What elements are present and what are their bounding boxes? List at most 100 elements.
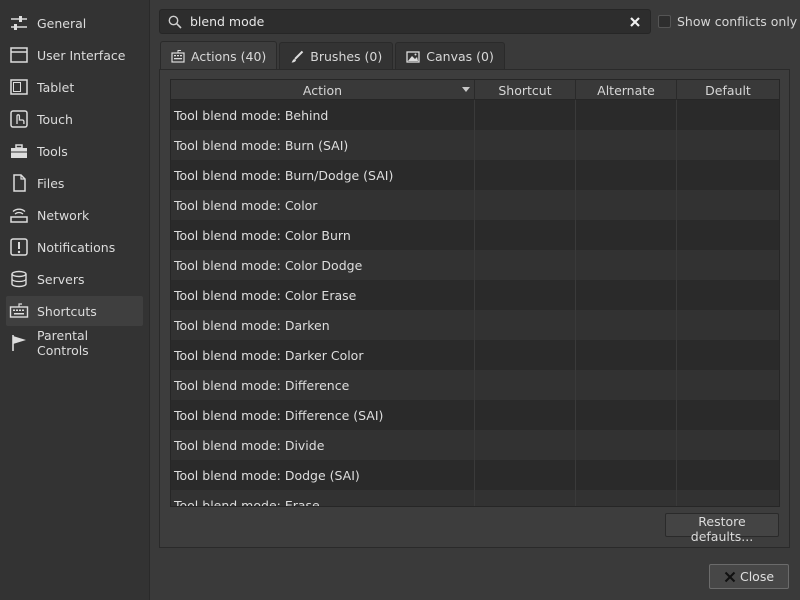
shortcut-cell[interactable]	[475, 310, 576, 340]
shortcut-cell[interactable]	[475, 190, 576, 220]
sidebar-item-tablet[interactable]: Tablet	[6, 72, 143, 102]
sidebar-item-user-interface[interactable]: User Interface	[6, 40, 143, 70]
table-row[interactable]: Tool blend mode: Darker Color	[171, 340, 779, 370]
shortcut-cell[interactable]	[475, 100, 576, 130]
shortcut-cell[interactable]	[475, 370, 576, 400]
table-row[interactable]: Tool blend mode: Behind	[171, 100, 779, 130]
table-row[interactable]: Tool blend mode: Color Erase	[171, 280, 779, 310]
shortcut-cell[interactable]	[475, 430, 576, 460]
alternate-cell[interactable]	[576, 460, 677, 490]
default-cell[interactable]	[677, 160, 779, 190]
table-row[interactable]: Tool blend mode: Darken	[171, 310, 779, 340]
sidebar-item-network[interactable]: Network	[6, 200, 143, 230]
default-cell[interactable]	[677, 130, 779, 160]
alternate-cell[interactable]	[576, 490, 677, 506]
tab-actions[interactable]: Actions (40)	[160, 41, 278, 70]
shortcut-cell[interactable]	[475, 490, 576, 506]
default-cell[interactable]	[677, 250, 779, 280]
sidebar-item-notifications[interactable]: Notifications	[6, 232, 143, 262]
column-header-alternate[interactable]: Alternate	[576, 80, 677, 100]
default-cell[interactable]	[677, 430, 779, 460]
action-cell: Tool blend mode: Divide	[171, 430, 475, 460]
action-cell: Tool blend mode: Color	[171, 190, 475, 220]
clear-search-icon[interactable]	[629, 16, 641, 28]
action-cell: Tool blend mode: Difference	[171, 370, 475, 400]
search-input[interactable]	[190, 14, 629, 29]
shortcut-cell[interactable]	[475, 160, 576, 190]
alternate-cell[interactable]	[576, 430, 677, 460]
show-conflicts-toggle[interactable]: Show conflicts only	[658, 13, 797, 29]
close-button[interactable]: Close	[709, 564, 789, 589]
sidebar-item-files[interactable]: Files	[6, 168, 143, 198]
table-row[interactable]: Tool blend mode: Erase	[171, 490, 779, 506]
table-row[interactable]: Tool blend mode: Burn (SAI)	[171, 130, 779, 160]
default-cell[interactable]	[677, 400, 779, 430]
table-row[interactable]: Tool blend mode: Color	[171, 190, 779, 220]
sidebar-item-shortcuts[interactable]: Shortcuts	[6, 296, 143, 326]
notification-icon	[9, 237, 29, 257]
keyboard-icon	[9, 301, 29, 321]
table-row[interactable]: Tool blend mode: Difference	[171, 370, 779, 400]
shortcut-tabs: Actions (40) Brushes (0) Canvas (0)	[160, 41, 507, 70]
sort-descending-icon	[462, 87, 470, 92]
settings-sidebar: General User Interface Tablet Touch Tool…	[0, 0, 150, 600]
alternate-cell[interactable]	[576, 340, 677, 370]
shortcut-cell[interactable]	[475, 340, 576, 370]
tab-brushes[interactable]: Brushes (0)	[279, 42, 394, 70]
alternate-cell[interactable]	[576, 280, 677, 310]
shortcut-cell[interactable]	[475, 220, 576, 250]
column-header-default[interactable]: Default	[677, 80, 779, 100]
default-cell[interactable]	[677, 310, 779, 340]
close-label: Close	[739, 569, 775, 584]
alternate-cell[interactable]	[576, 250, 677, 280]
default-cell[interactable]	[677, 370, 779, 400]
window-icon	[9, 45, 29, 65]
shortcut-cell[interactable]	[475, 250, 576, 280]
brush-icon	[291, 50, 304, 62]
restore-defaults-button[interactable]: Restore defaults...	[665, 513, 779, 544]
sidebar-item-tools[interactable]: Tools	[6, 136, 143, 166]
shortcut-cell[interactable]	[475, 460, 576, 490]
default-cell[interactable]	[677, 460, 779, 490]
default-cell[interactable]	[677, 490, 779, 506]
table-row[interactable]: Tool blend mode: Difference (SAI)	[171, 400, 779, 430]
table-row[interactable]: Tool blend mode: Color Burn	[171, 220, 779, 250]
table-row[interactable]: Tool blend mode: Divide	[171, 430, 779, 460]
alternate-cell[interactable]	[576, 310, 677, 340]
action-cell: Tool blend mode: Behind	[171, 100, 475, 130]
alternate-cell[interactable]	[576, 220, 677, 250]
default-cell[interactable]	[677, 280, 779, 310]
sidebar-item-touch[interactable]: Touch	[6, 104, 143, 134]
action-cell: Tool blend mode: Erase	[171, 490, 475, 506]
shortcut-cell[interactable]	[475, 130, 576, 160]
alternate-cell[interactable]	[576, 190, 677, 220]
alternate-cell[interactable]	[576, 100, 677, 130]
alternate-cell[interactable]	[576, 130, 677, 160]
column-header-shortcut[interactable]: Shortcut	[475, 80, 576, 100]
tab-canvas[interactable]: Canvas (0)	[395, 42, 505, 70]
alternate-cell[interactable]	[576, 400, 677, 430]
column-header-action[interactable]: Action	[171, 80, 475, 100]
search-box	[159, 9, 651, 34]
action-cell: Tool blend mode: Burn (SAI)	[171, 130, 475, 160]
tab-label: Brushes (0)	[310, 49, 383, 64]
shortcut-cell[interactable]	[475, 400, 576, 430]
sidebar-item-label: Notifications	[37, 239, 116, 255]
sidebar-item-servers[interactable]: Servers	[6, 264, 143, 294]
table-row[interactable]: Tool blend mode: Dodge (SAI)	[171, 460, 779, 490]
database-icon	[9, 269, 29, 289]
action-cell: Tool blend mode: Darker Color	[171, 340, 475, 370]
sidebar-item-parental-controls[interactable]: Parental Controls	[6, 328, 143, 358]
show-conflicts-checkbox[interactable]	[658, 14, 671, 28]
alternate-cell[interactable]	[576, 370, 677, 400]
default-cell[interactable]	[677, 190, 779, 220]
alternate-cell[interactable]	[576, 160, 677, 190]
default-cell[interactable]	[677, 340, 779, 370]
sidebar-item-general[interactable]: General	[6, 8, 143, 38]
default-cell[interactable]	[677, 100, 779, 130]
shortcut-cell[interactable]	[475, 280, 576, 310]
table-row[interactable]: Tool blend mode: Burn/Dodge (SAI)	[171, 160, 779, 190]
default-cell[interactable]	[677, 220, 779, 250]
sidebar-item-label: Tablet	[37, 79, 75, 95]
table-row[interactable]: Tool blend mode: Color Dodge	[171, 250, 779, 280]
